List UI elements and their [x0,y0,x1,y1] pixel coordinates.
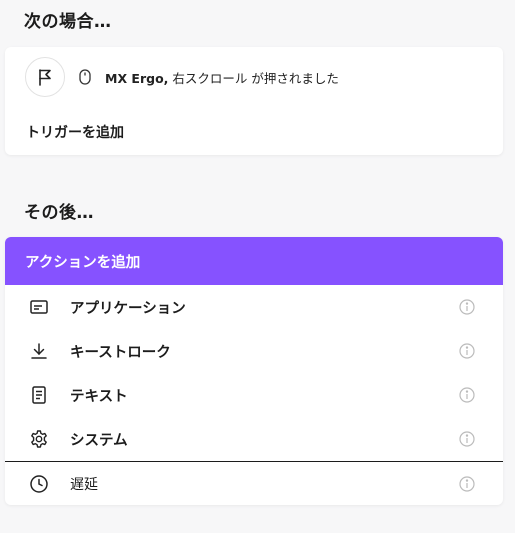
trigger-card: MX Ergo, 右スクロール が押されました トリガーを追加 [5,47,503,155]
action-item-delay[interactable]: 遅延 [5,462,503,505]
download-arrow-icon [29,341,49,361]
action-item-keystroke[interactable]: キーストローク [5,329,503,373]
when-section-title: 次の場合… [24,12,112,32]
mouse-icon [79,69,93,85]
action-item-system[interactable]: システム [5,417,503,461]
info-icon[interactable] [459,476,475,492]
action-label: システム [70,432,128,449]
info-icon[interactable] [459,431,475,447]
document-icon [29,385,49,405]
action-card: アクションを追加 アプリケーション キーストローク テキスト システム 遅延 [5,237,503,505]
then-section-title: その後… [24,203,94,223]
action-label: 遅延 [70,477,98,493]
add-trigger-button[interactable]: トリガーを追加 [26,122,124,142]
trigger-description: MX Ergo, 右スクロール が押されました [105,68,339,87]
action-item-application[interactable]: アプリケーション [5,285,503,329]
action-label: テキスト [70,388,128,405]
trigger-event: 右スクロール が押されました [168,70,339,86]
add-action-header[interactable]: アクションを追加 [5,237,503,285]
action-label: キーストローク [70,344,171,361]
trigger-row[interactable]: MX Ergo, 右スクロール が押されました [25,57,339,97]
flag-icon [25,57,65,97]
trigger-device: MX Ergo, [105,70,169,86]
info-icon[interactable] [459,299,475,315]
info-icon[interactable] [459,387,475,403]
action-item-text[interactable]: テキスト [5,373,503,417]
clock-icon [29,474,49,494]
info-icon[interactable] [459,343,475,359]
action-label: アプリケーション [70,300,186,317]
application-icon [29,297,49,317]
gear-icon [29,429,49,449]
